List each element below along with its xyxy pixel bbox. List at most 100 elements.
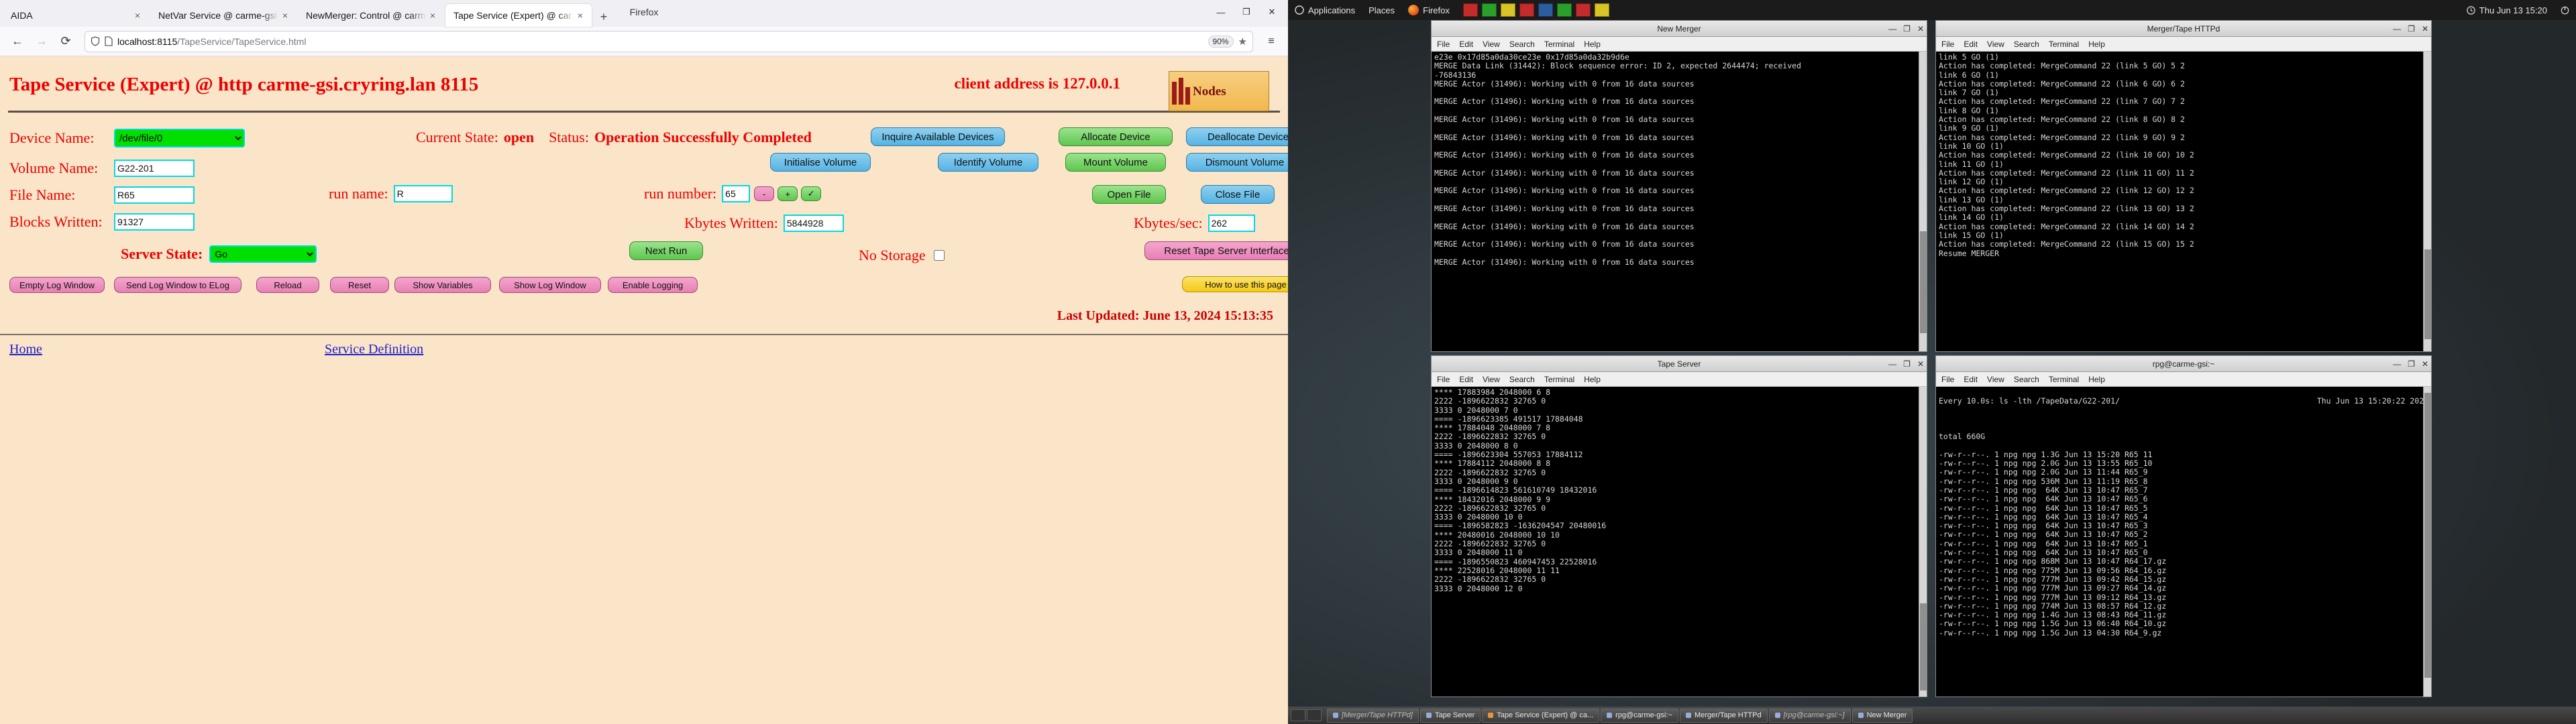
menu-help[interactable]: Help xyxy=(2088,375,2105,384)
menu-view[interactable]: View xyxy=(1987,40,2004,49)
service-definition-link[interactable]: Service Definition xyxy=(325,342,423,357)
no-storage-checkbox[interactable] xyxy=(934,250,945,261)
new-tab-button[interactable]: + xyxy=(593,7,614,27)
identify-volume-button[interactable]: Identify Volume xyxy=(938,153,1038,172)
panel-clock[interactable]: Thu Jun 13 15:20 xyxy=(2460,5,2554,15)
menu-edit[interactable]: Edit xyxy=(1459,40,1473,49)
browser-tab-netvar[interactable]: NetVar Service @ carme-gsi × xyxy=(150,4,297,27)
deallocate-device-button[interactable]: Deallocate Device xyxy=(1186,127,1288,146)
taskbar-item-rpg-carme-min[interactable]: [rpg@carme-gsi:~] xyxy=(1769,709,1851,723)
taskbar-item-rpg-carme[interactable]: rpg@carme-gsi:~ xyxy=(1601,709,1678,723)
allocate-device-button[interactable]: Allocate Device xyxy=(1059,127,1173,146)
terminal-output[interactable]: link 5 GO (1) Action has completed: Merg… xyxy=(1936,52,2431,351)
run-number-confirm-button[interactable]: ✓ xyxy=(801,186,821,201)
kbytes-sec-input[interactable] xyxy=(1208,215,1255,232)
workspace-switcher[interactable] xyxy=(1291,709,1322,721)
close-icon[interactable]: ✕ xyxy=(2422,24,2428,34)
menu-edit[interactable]: Edit xyxy=(1964,40,1978,49)
menu-edit[interactable]: Edit xyxy=(1964,375,1978,384)
reset-tape-server-interface-button[interactable]: Reset Tape Server Interface xyxy=(1144,241,1288,260)
show-log-window-button[interactable]: Show Log Window xyxy=(499,277,601,293)
menu-terminal[interactable]: Terminal xyxy=(2049,375,2079,384)
terminal-titlebar[interactable]: Merger/Tape HTTPd — ❐ ✕ xyxy=(1936,21,2431,37)
open-file-button[interactable]: Open File xyxy=(1092,185,1166,204)
menu-terminal[interactable]: Terminal xyxy=(1544,375,1574,384)
run-name-input[interactable] xyxy=(394,185,453,202)
menu-file[interactable]: File xyxy=(1437,40,1450,49)
menu-file[interactable]: File xyxy=(1941,375,1954,384)
menu-search[interactable]: Search xyxy=(1509,40,1535,49)
close-icon[interactable]: × xyxy=(574,10,586,21)
enable-logging-button[interactable]: Enable Logging xyxy=(608,277,698,293)
hamburger-menu-icon[interactable]: ≡ xyxy=(1261,32,1281,52)
menu-file[interactable]: File xyxy=(1437,375,1450,384)
minimize-icon[interactable]: — xyxy=(1888,359,1896,369)
menu-view[interactable]: View xyxy=(1987,375,2004,384)
places-menu[interactable]: Places xyxy=(1362,5,1401,15)
server-state-select[interactable]: Go xyxy=(209,245,317,263)
taskbar-item-tape-service[interactable]: Tape Service (Expert) @ ca... xyxy=(1482,709,1599,723)
blocks-written-input[interactable] xyxy=(114,213,195,231)
menu-search[interactable]: Search xyxy=(2014,40,2039,49)
send-log-window-to-elog-button[interactable]: Send Log Window to ELog xyxy=(114,277,241,293)
run-number-decrement-button[interactable]: - xyxy=(754,186,774,201)
dismount-volume-button[interactable]: Dismount Volume xyxy=(1186,153,1288,172)
taskbar-item-merger-tape-httpd-min[interactable]: [Merger/Tape HTTPd] xyxy=(1327,709,1419,723)
minimize-icon[interactable]: — xyxy=(1209,3,1233,21)
minimize-icon[interactable]: — xyxy=(2393,24,2401,34)
menu-search[interactable]: Search xyxy=(2014,375,2039,384)
maximize-icon[interactable]: ❐ xyxy=(1903,359,1911,369)
minimize-icon[interactable]: — xyxy=(1888,24,1896,34)
inquire-available-devices-button[interactable]: Inquire Available Devices xyxy=(871,127,1005,146)
maximize-icon[interactable]: ❐ xyxy=(1234,3,1258,21)
terminal-titlebar[interactable]: Tape Server — ❐ ✕ xyxy=(1432,356,1927,372)
address-bar[interactable]: localhost:8115/TapeService/TapeService.h… xyxy=(85,31,1253,52)
show-variables-button[interactable]: Show Variables xyxy=(394,277,491,293)
taskbar-item-tape-server[interactable]: Tape Server xyxy=(1420,709,1481,723)
close-icon[interactable]: × xyxy=(279,10,291,21)
browser-tab-newmerger[interactable]: NewMerger: Control @ carme × xyxy=(298,4,444,27)
menu-search[interactable]: Search xyxy=(1509,375,1535,384)
browser-tab-tapeservice[interactable]: Tape Service (Expert) @ car × xyxy=(445,4,592,27)
close-icon[interactable]: ✕ xyxy=(1917,24,1924,34)
mount-volume-button[interactable]: Mount Volume xyxy=(1065,153,1166,172)
file-name-input[interactable] xyxy=(114,186,195,204)
applications-menu[interactable]: Applications xyxy=(1288,5,1362,15)
volume-name-input[interactable] xyxy=(114,160,195,177)
close-icon[interactable]: ✕ xyxy=(1917,359,1924,369)
close-icon[interactable]: × xyxy=(427,10,439,21)
zoom-level-badge[interactable]: 90% xyxy=(1208,36,1234,48)
menu-help[interactable]: Help xyxy=(1584,375,1601,384)
close-icon[interactable]: × xyxy=(131,10,144,21)
empty-log-window-button[interactable]: Empty Log Window xyxy=(9,277,105,293)
panel-applets[interactable] xyxy=(1456,3,1616,17)
menu-edit[interactable]: Edit xyxy=(1459,375,1473,384)
menu-view[interactable]: View xyxy=(1483,40,1500,49)
forward-icon[interactable]: → xyxy=(31,31,52,52)
power-icon[interactable] xyxy=(2554,6,2576,15)
taskbar-item-new-merger[interactable]: New Merger xyxy=(1852,709,1913,723)
close-file-button[interactable]: Close File xyxy=(1201,185,1275,204)
menu-terminal[interactable]: Terminal xyxy=(2049,40,2079,49)
terminal-scrollbar[interactable] xyxy=(1919,52,1927,351)
firefox-panel-item[interactable]: Firefox xyxy=(1401,5,1456,15)
menu-help[interactable]: Help xyxy=(1584,40,1601,49)
menu-terminal[interactable]: Terminal xyxy=(1544,40,1574,49)
terminal-scrollbar[interactable] xyxy=(1919,387,1927,697)
maximize-icon[interactable]: ❐ xyxy=(2408,24,2415,34)
reload-icon[interactable]: ⟳ xyxy=(55,31,76,52)
next-run-button[interactable]: Next Run xyxy=(629,241,703,260)
terminal-scrollbar[interactable] xyxy=(2423,52,2431,351)
maximize-icon[interactable]: ❐ xyxy=(1903,24,1911,34)
browser-tab-aida[interactable]: AIDA × xyxy=(3,4,149,27)
back-icon[interactable]: ← xyxy=(7,31,28,52)
terminal-output[interactable]: Every 10.0s: ls -lth /TapeData/G22-201/T… xyxy=(1936,387,2431,697)
home-link[interactable]: Home xyxy=(9,342,42,357)
bookmark-star-icon[interactable]: ★ xyxy=(1238,36,1247,48)
reload-button[interactable]: Reload xyxy=(256,277,319,293)
minimize-icon[interactable]: — xyxy=(2393,359,2401,369)
close-icon[interactable]: ✕ xyxy=(1260,3,1284,21)
maximize-icon[interactable]: ❐ xyxy=(2408,359,2415,369)
menu-file[interactable]: File xyxy=(1941,40,1954,49)
device-name-select[interactable]: /dev/file/0 xyxy=(114,129,245,147)
